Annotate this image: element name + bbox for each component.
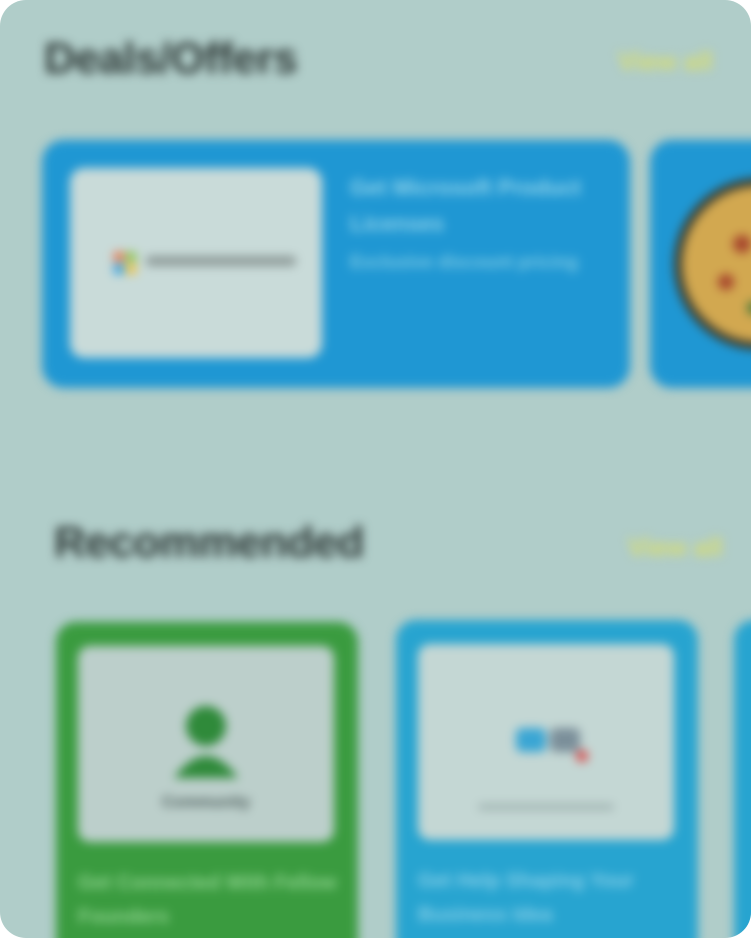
microsoft-partner-logo <box>114 252 296 274</box>
deals-section-title: Deals/Offers <box>44 34 298 83</box>
recommended-view-all-link[interactable]: View all <box>628 532 723 563</box>
thumb-caption: Community <box>162 794 250 811</box>
recommended-card-3[interactable] <box>734 620 751 938</box>
deal-logo-box <box>70 168 322 358</box>
recommended-card-community[interactable]: Community Get Connected With Fellow Foun… <box>56 622 358 938</box>
app-screen: Deals/Offers View all Get Microsoft Prod… <box>0 0 751 938</box>
recommended-thumb <box>418 644 674 840</box>
recommended-headline: Get Connected With Fellow Founders <box>78 872 337 928</box>
recommended-section-title: Recommended <box>54 518 364 567</box>
idea-illustration-icon <box>478 728 614 810</box>
recommended-headline: Get Help Shaping Your Business Idea <box>418 870 634 926</box>
deal-subtext: Exclusive discount pricing <box>350 252 579 272</box>
recommended-card-business-idea[interactable]: Get Help Shaping Your Business Idea <box>396 620 698 938</box>
deal-card-2[interactable] <box>650 140 751 388</box>
people-group-icon <box>174 706 238 778</box>
deal-headline: Get Microsoft Product Licenses <box>350 175 582 236</box>
blurred-content: Deals/Offers View all Get Microsoft Prod… <box>0 0 751 938</box>
recommended-thumb: Community <box>78 646 334 842</box>
pizza-image <box>674 178 751 350</box>
deals-view-all-link[interactable]: View all <box>618 46 713 77</box>
deal-card-microsoft[interactable]: Get Microsoft Product Licenses Exclusive… <box>42 140 630 388</box>
